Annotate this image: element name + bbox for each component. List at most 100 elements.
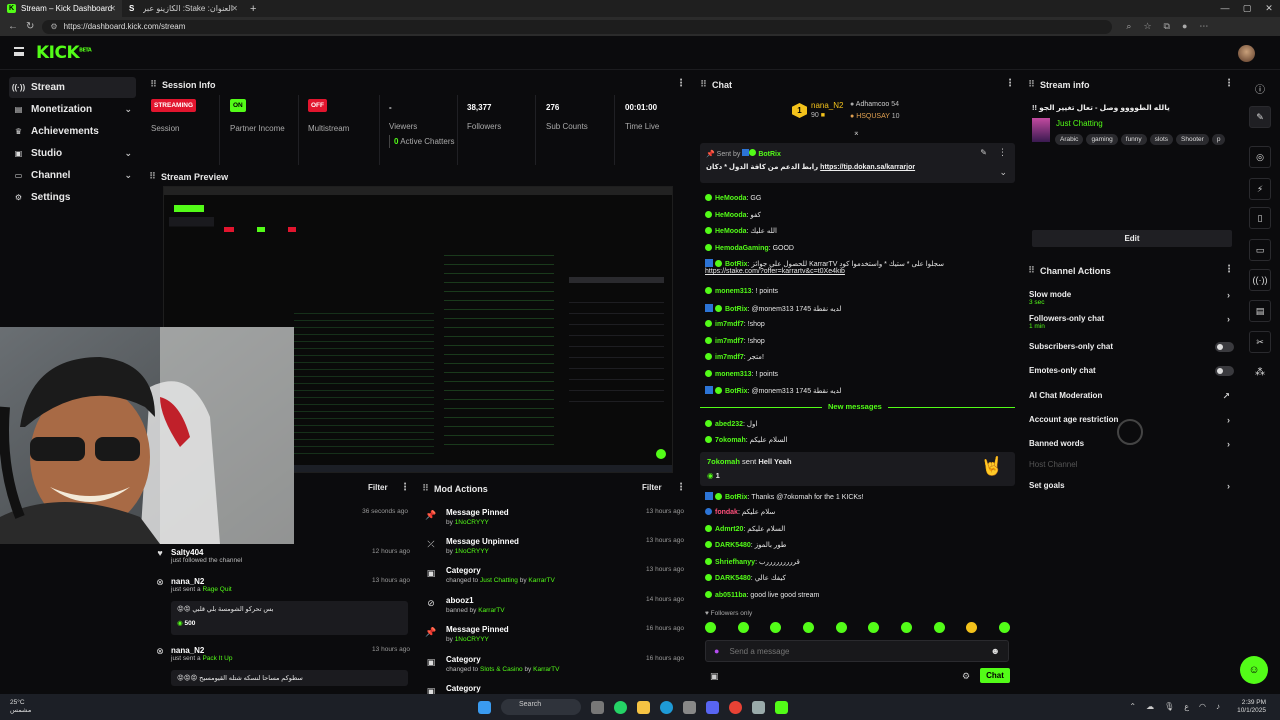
chrome-icon[interactable] (729, 700, 742, 714)
emote-icon[interactable] (966, 622, 978, 633)
tag-chip[interactable]: slots (1149, 134, 1174, 145)
store-icon[interactable] (683, 700, 696, 714)
leader-name[interactable]: Adhamcoo (856, 101, 889, 108)
mod-menu-icon[interactable]: ⋮ (676, 482, 686, 493)
sidebar-item-stream[interactable]: ((·)) Stream (9, 77, 136, 98)
chat-username[interactable]: 7okomah (715, 437, 746, 444)
mod-action-target[interactable]: Just Chatting (480, 577, 518, 584)
pinned-menu-icon[interactable]: ⋮ (998, 147, 1007, 158)
sidebar-item-monetization[interactable]: ▤ Monetization ⌄ (9, 99, 136, 120)
tag-chip[interactable]: Arabic (1055, 134, 1084, 145)
grip-icon[interactable]: ⠿ (149, 171, 156, 182)
chat-username[interactable]: abed232 (715, 421, 743, 428)
activity-filter-button[interactable]: Filter (368, 483, 388, 492)
mod-action-actor[interactable]: KarrarTV (528, 577, 554, 584)
weather-widget[interactable]: 25°C مشمس (10, 699, 31, 715)
chat-username[interactable]: HemodaGaming (715, 245, 769, 252)
emote-icon[interactable] (737, 622, 749, 633)
chat-username[interactable]: 7okomah (707, 457, 740, 466)
rail-gift-icon[interactable]: ▤ (1249, 300, 1271, 322)
leader-name[interactable]: nana_N2 (811, 101, 843, 110)
chat-input-box[interactable]: ● ☻ (705, 640, 1009, 662)
volume-icon[interactable]: ♪ (1216, 702, 1220, 711)
language-indicator[interactable]: ع (1184, 702, 1189, 711)
tag-chip[interactable]: funny (1120, 134, 1147, 145)
unpin-icon[interactable]: ✎ (980, 148, 987, 157)
task-view-icon[interactable] (591, 700, 604, 714)
mod-action-actor[interactable]: KarrarTV (478, 607, 504, 614)
extensions-icon[interactable]: ⧉ (1164, 21, 1170, 32)
emote-icon[interactable] (868, 622, 880, 633)
chat-username[interactable]: DARK5480 (715, 575, 751, 582)
url-field[interactable]: ⚙ https://dashboard.kick.com/stream (42, 19, 1113, 34)
chat-settings-icon[interactable]: ⚙ (962, 671, 970, 682)
chat-username[interactable]: HeMooda (715, 228, 747, 235)
minimize-icon[interactable]: — (1214, 0, 1236, 17)
discord-icon[interactable] (706, 700, 719, 714)
rail-tools-icon[interactable]: ✂ (1249, 331, 1271, 353)
chat-username[interactable]: DARK5480 (715, 542, 751, 549)
start-icon[interactable] (478, 700, 491, 714)
mod-action-actor[interactable]: 1NoCRYYY (455, 636, 489, 643)
sidebar-item-studio[interactable]: ▣ Studio ⌄ (9, 143, 136, 164)
chat-username[interactable]: BotRix (725, 261, 748, 268)
emote-icon[interactable] (933, 622, 945, 633)
taskbar-clock[interactable]: 2:39 PM 10/1/2025 (1237, 699, 1266, 715)
emotes-only-toggle[interactable] (1215, 366, 1234, 376)
mod-action-actor[interactable]: KarrarTV (533, 666, 559, 673)
mod-action-target[interactable]: Slots & Casino (480, 666, 523, 673)
session-menu-icon[interactable]: ⋮ (676, 78, 686, 89)
rail-camera-icon[interactable]: ◎ (1249, 146, 1271, 168)
chat-username[interactable]: Shriefhanyy (715, 559, 755, 566)
rail-lightning-icon[interactable]: ⚡ (1249, 178, 1271, 200)
cloud-icon[interactable]: ☁ (1146, 702, 1154, 711)
chat-username[interactable]: BotRix (725, 388, 748, 395)
chat-username[interactable]: im7mdf7 (715, 321, 744, 328)
user-avatar[interactable] (1238, 45, 1255, 62)
chat-username[interactable]: im7mdf7 (715, 338, 744, 345)
grip-icon[interactable]: ⠿ (1028, 79, 1035, 90)
tag-chip[interactable]: gaming (1086, 134, 1118, 145)
chat-input[interactable] (729, 646, 960, 656)
info-icon[interactable]: ⓘ (1255, 81, 1265, 96)
tag-chip[interactable]: p (1211, 134, 1226, 145)
event-user[interactable]: Salty404 (171, 548, 242, 557)
taskbar-search[interactable]: Search (501, 699, 581, 715)
chat-menu-icon[interactable]: ⋮ (1005, 78, 1015, 89)
category-link[interactable]: Just Chatting (1056, 119, 1103, 128)
emote-icon[interactable] (900, 622, 912, 633)
sidebar-item-settings[interactable]: ⚙ Settings (9, 187, 136, 208)
sidebar-item-achievements[interactable]: ♛ Achievements (9, 121, 136, 142)
mod-action-actor[interactable]: 1NoCRYYY (455, 519, 489, 526)
activity-menu-icon[interactable]: ⋮ (400, 482, 410, 493)
kick-app-icon[interactable] (775, 700, 788, 714)
bookmark-icon[interactable]: ☆ (1143, 21, 1151, 32)
emote-icon[interactable] (802, 622, 814, 633)
expand-icon[interactable]: ⌄ (999, 167, 1007, 178)
chat-username[interactable]: BotRix (725, 494, 748, 501)
subscribers-only-toggle[interactable] (1215, 342, 1234, 352)
close-tab-icon[interactable]: ✕ (109, 4, 116, 13)
tag-chip[interactable]: Shooter (1176, 134, 1209, 145)
pinned-user[interactable]: BotRix (758, 151, 781, 158)
channel-actions-menu-icon[interactable]: ⋮ (1224, 264, 1234, 275)
chat-username[interactable]: HeMooda (715, 212, 747, 219)
close-tab-icon[interactable]: ✕ (231, 4, 238, 13)
emote-icon[interactable] (835, 622, 847, 633)
hamburger-menu-icon[interactable] (14, 47, 24, 56)
emote-icon[interactable] (705, 622, 716, 633)
mic-icon[interactable]: ● (714, 646, 719, 656)
whatsapp-icon[interactable] (614, 700, 627, 714)
edge-icon[interactable] (660, 700, 673, 714)
chat-username[interactable]: ab0511ba (715, 592, 747, 599)
action-banned-words[interactable]: Banned words › (1029, 439, 1234, 449)
chat-username[interactable]: monem313 (715, 371, 752, 378)
chat-username[interactable]: monem313 (715, 288, 752, 295)
chat-username[interactable]: im7mdf7 (715, 354, 744, 361)
send-chat-button[interactable]: Chat (980, 668, 1010, 683)
zoom-icon[interactable]: ⌕ (1126, 21, 1131, 32)
grip-icon[interactable]: ⠿ (700, 79, 707, 90)
maximize-icon[interactable]: ▢ (1236, 0, 1258, 17)
explorer-icon[interactable] (637, 700, 650, 714)
chat-link[interactable]: https://stake.com/?offer=karrartv&c=t0Xe… (705, 268, 845, 275)
